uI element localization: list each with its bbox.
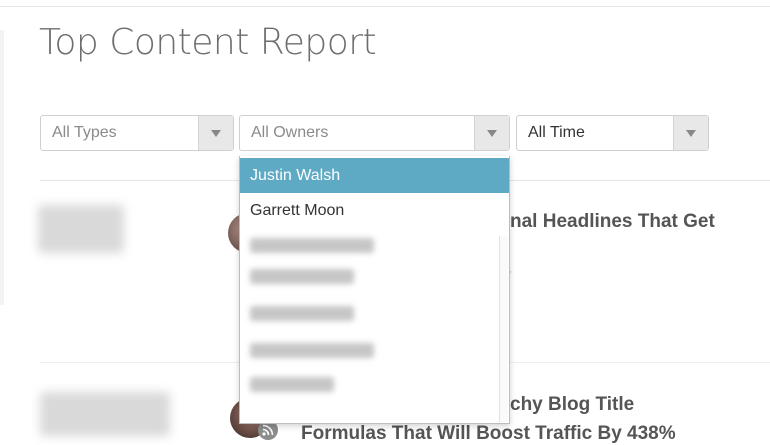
caret-down-icon[interactable]	[198, 116, 233, 150]
left-panel-edge	[0, 30, 4, 305]
article-title-line2[interactable]: Formulas That Will Boost Traffic By 438%	[301, 423, 676, 445]
blurred-owner-option[interactable]	[250, 377, 334, 392]
blurred-metric	[38, 205, 124, 253]
caret-down-icon[interactable]	[474, 116, 509, 150]
blurred-owner-option[interactable]	[250, 269, 354, 284]
owner-dropdown-list[interactable]: Justin Walsh Garrett Moon	[239, 156, 510, 424]
article-title[interactable]: chy Blog Title	[510, 394, 634, 416]
dropdown-scrollbar[interactable]	[499, 236, 508, 422]
type-filter-value: All Types	[52, 124, 117, 141]
blurred-metric	[40, 392, 170, 436]
owner-option[interactable]: Justin Walsh	[240, 158, 509, 193]
time-filter-value: All Time	[528, 124, 585, 141]
top-divider	[0, 6, 770, 7]
owner-option[interactable]: Garrett Moon	[240, 193, 500, 228]
owner-filter-value: All Owners	[251, 124, 329, 141]
type-filter-select[interactable]: All Types	[40, 115, 234, 151]
caret-down-icon[interactable]	[673, 116, 708, 150]
blurred-owner-option[interactable]	[250, 343, 374, 358]
page-title: Top Content Report	[39, 22, 377, 63]
blurred-owner-option[interactable]	[250, 306, 354, 321]
article-title[interactable]: nal Headlines That Get	[510, 211, 715, 233]
time-filter-select[interactable]: All Time	[516, 115, 709, 151]
blurred-owner-option[interactable]	[250, 238, 374, 253]
owner-filter-select[interactable]: All Owners	[239, 115, 510, 151]
